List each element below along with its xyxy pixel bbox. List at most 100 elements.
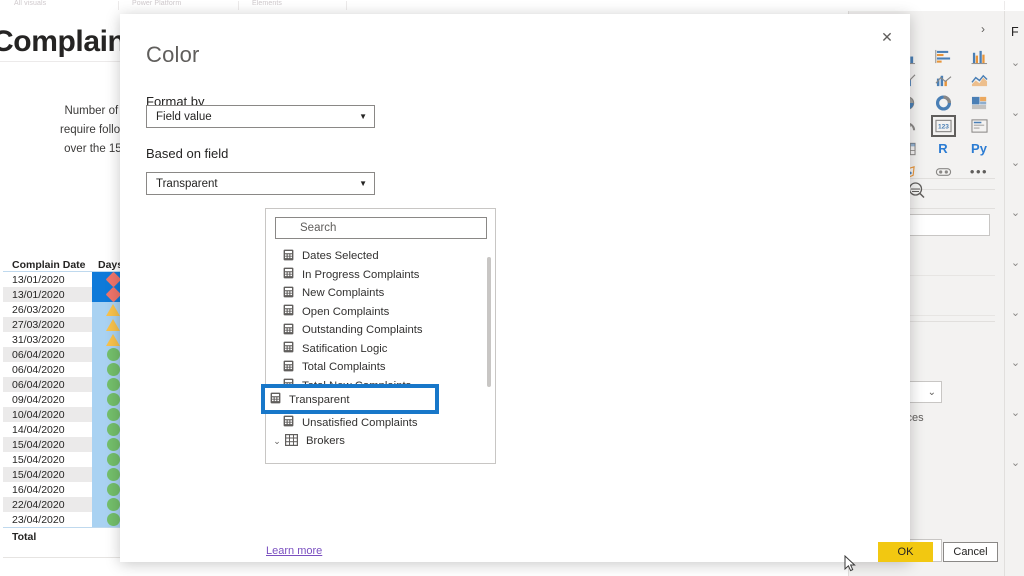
based-on-field-select[interactable]: Transparent ▼	[146, 172, 375, 195]
circle-kpi-icon	[106, 378, 120, 391]
field-list-item[interactable]: ⌄ Brokers	[267, 432, 495, 451]
ok-button[interactable]: OK	[878, 542, 933, 562]
svg-text:123: 123	[938, 123, 949, 130]
circle-kpi-icon	[106, 468, 120, 481]
field-dropdown: Search Dates Selected In Progress Compla…	[265, 208, 496, 464]
based-on-field-label: Based on field	[146, 146, 229, 161]
field-list-item[interactable]: Unsatisfied Complaints	[267, 414, 495, 433]
cell-complain-date: 26/03/2020	[12, 303, 65, 316]
chevron-down-icon[interactable]: ⌄	[1009, 307, 1022, 320]
cell-complain-date: 31/03/2020	[12, 333, 65, 346]
measure-icon	[283, 323, 294, 338]
field-list-item[interactable]: In Progress Complaints	[267, 266, 495, 285]
clustered-bar-chart-icon[interactable]	[925, 45, 961, 68]
highlighted-field-transparent[interactable]: Transparent	[270, 392, 350, 407]
treemap-icon[interactable]	[961, 91, 997, 114]
cell-complain-date: 27/03/2020	[12, 318, 65, 331]
page-title: Complaint	[0, 25, 136, 58]
column-header-complain-date[interactable]: Complain Date	[3, 259, 92, 271]
chevron-down-icon[interactable]: ⌄	[271, 436, 283, 447]
chevron-down-icon[interactable]: ⌄	[1009, 407, 1022, 420]
chevron-down-icon[interactable]: ⌄	[1009, 107, 1022, 120]
triangle-kpi-icon	[106, 303, 120, 316]
cell-complain-date: 13/01/2020	[12, 273, 65, 286]
ribbon-item[interactable]: All visuals	[14, 0, 46, 7]
field-list-item-label: Outstanding Complaints	[302, 324, 423, 337]
circle-kpi-icon	[106, 393, 120, 406]
ribbon-separator	[118, 1, 119, 10]
circle-kpi-icon	[106, 423, 120, 436]
field-list-item-label: Unsatisfied Complaints	[302, 416, 418, 429]
circle-kpi-icon	[106, 498, 120, 511]
chevron-down-icon[interactable]: ⌄	[1009, 357, 1022, 370]
stacked-area-chart-icon[interactable]	[925, 68, 961, 91]
chevron-down-icon[interactable]: ⌄	[1009, 457, 1022, 470]
cell-complain-date: 22/04/2020	[12, 498, 65, 511]
field-list-item[interactable]: Satification Logic	[267, 340, 495, 359]
cell-complain-date: 10/04/2020	[12, 408, 65, 421]
measure-icon	[283, 341, 294, 356]
ribbon-item[interactable]: Elements	[252, 0, 282, 7]
fields-pane-title: F	[1011, 25, 1019, 39]
clustered-column-chart-icon[interactable]	[961, 45, 997, 68]
field-list-item[interactable]: Dates Selected	[267, 247, 495, 266]
field-list-item[interactable]: Open Complaints	[267, 303, 495, 322]
measure-icon	[283, 267, 294, 282]
chevron-down-icon: ⌄	[927, 386, 936, 398]
chevron-down-icon[interactable]: ⌄	[1009, 207, 1022, 220]
field-list-item[interactable]: New Complaints	[267, 284, 495, 303]
field-list-item-label: In Progress Complaints	[302, 268, 420, 281]
donut-chart-icon[interactable]	[925, 91, 961, 114]
mouse-cursor	[844, 555, 856, 572]
measure-icon	[283, 286, 294, 301]
field-search-input[interactable]: Search	[275, 217, 487, 239]
field-list-item-label: Dates Selected	[302, 250, 379, 263]
dropdown-scrollbar[interactable]	[487, 257, 491, 387]
circle-kpi-icon	[106, 348, 120, 361]
chevron-right-icon[interactable]: ›	[981, 22, 985, 36]
cell-complain-date: 06/04/2020	[12, 363, 65, 376]
line-stacked-column-icon[interactable]	[961, 68, 997, 91]
measure-icon	[270, 392, 281, 407]
field-list-item-label: Brokers	[306, 435, 345, 448]
field-list-item-label: Satification Logic	[302, 342, 388, 355]
r-label: R	[938, 141, 948, 156]
cell-complain-date: 13/01/2020	[12, 288, 65, 301]
dialog-title: Color	[146, 42, 200, 67]
format-by-select[interactable]: Field value ▼	[146, 105, 375, 128]
cell-complain-date: 06/04/2020	[12, 348, 65, 361]
learn-more-link[interactable]: Learn more	[266, 545, 322, 557]
ribbon-separator	[238, 1, 239, 10]
fields-pane-sliver: F ⌄ ⌄ ⌄ ⌄ ⌄ ⌄ ⌄ ⌄ ⌄	[1004, 11, 1024, 576]
circle-kpi-icon	[106, 483, 120, 496]
circle-kpi-icon	[106, 453, 120, 466]
py-label: Py	[971, 141, 987, 156]
field-list[interactable]: Dates Selected In Progress Complaints Ne…	[267, 247, 495, 462]
card-icon[interactable]: 123	[925, 114, 961, 137]
circle-kpi-icon	[106, 363, 120, 376]
analytics-magnifier-icon[interactable]	[907, 181, 927, 204]
r-script-visual-icon[interactable]: R	[925, 137, 961, 160]
measure-icon	[283, 304, 294, 319]
based-on-field-value: Transparent	[156, 177, 218, 190]
measure-icon	[283, 249, 294, 264]
cell-complain-date: 16/04/2020	[12, 483, 65, 496]
multi-row-card-icon[interactable]	[961, 114, 997, 137]
cancel-button[interactable]: Cancel	[943, 542, 998, 562]
field-list-item[interactable]: Total Complaints	[267, 358, 495, 377]
cell-complain-date: 15/04/2020	[12, 468, 65, 481]
field-list-item[interactable]: Outstanding Complaints	[267, 321, 495, 340]
triangle-kpi-icon	[106, 318, 120, 331]
ribbon-separator	[346, 1, 347, 10]
close-icon[interactable]: ✕	[872, 22, 902, 52]
chevron-down-icon[interactable]: ⌄	[1009, 57, 1022, 70]
measure-icon	[283, 360, 294, 375]
chevron-down-icon[interactable]: ⌄	[1009, 257, 1022, 270]
ribbon-item[interactable]: Power Platform	[132, 0, 181, 7]
ribbon-separator	[1004, 1, 1005, 10]
chevron-down-icon[interactable]: ⌄	[1009, 157, 1022, 170]
format-by-value: Field value	[156, 110, 212, 123]
cell-complain-date: 15/04/2020	[12, 438, 65, 451]
circle-kpi-icon	[106, 513, 120, 526]
python-visual-icon[interactable]: Py	[961, 137, 997, 160]
